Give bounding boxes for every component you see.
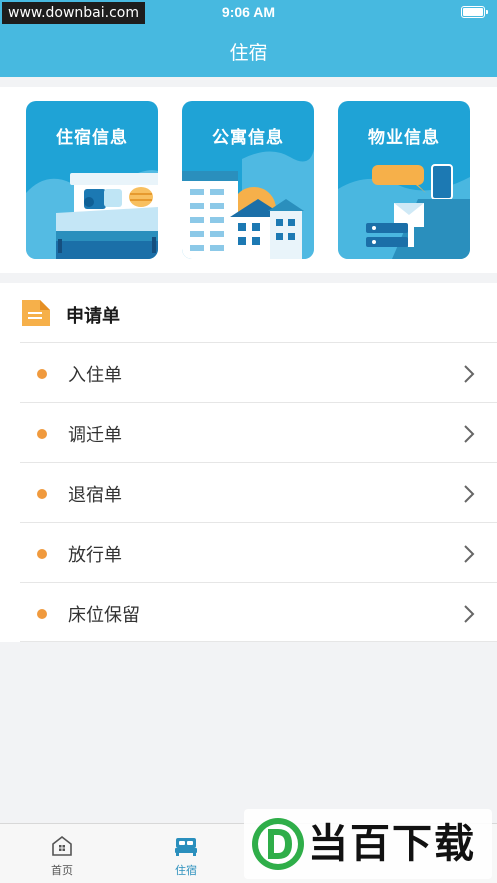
tab-accommodation[interactable]: 住宿 (124, 824, 248, 883)
list-item-label: 退宿单 (68, 485, 122, 506)
info-cards-panel: 住宿信息 公寓信息 物业信息 (0, 87, 497, 273)
app-header: www.downbai.com 9:06 AM 住宿 (0, 0, 497, 77)
chevron-right-icon (464, 605, 475, 623)
bed-icon (175, 838, 197, 856)
bullet-dot-icon (37, 429, 47, 439)
list-item-check-out[interactable]: 退宿单 (20, 462, 497, 522)
list-item-label: 入住单 (68, 365, 122, 386)
list-item-release[interactable]: 放行单 (20, 522, 497, 582)
tab-home[interactable]: 首页 (0, 824, 124, 883)
card-title: 公寓信息 (212, 128, 284, 148)
bullet-dot-icon (37, 609, 47, 619)
tab-label: 首页 (51, 864, 73, 877)
home-icon (52, 835, 72, 856)
list-item-label: 调迁单 (68, 425, 122, 446)
application-list-title: 申请单 (66, 306, 120, 327)
chevron-right-icon (464, 485, 475, 503)
page-title: 住宿 (229, 42, 268, 64)
bullet-dot-icon (37, 489, 47, 499)
list-item-label: 床位保留 (68, 605, 140, 626)
application-list-header: 申请单 (0, 283, 497, 342)
card-property-info[interactable]: 物业信息 (338, 101, 470, 259)
chevron-right-icon (464, 425, 475, 443)
card-title: 物业信息 (368, 128, 440, 148)
battery-icon (461, 6, 488, 18)
chevron-right-icon (464, 365, 475, 383)
list-item-label: 放行单 (68, 545, 122, 566)
brand-watermark: 当百下载 (244, 809, 492, 879)
list-item-check-in[interactable]: 入住单 (20, 342, 497, 402)
card-accommodation-info[interactable]: 住宿信息 (26, 101, 158, 259)
tab-label: 住宿 (175, 864, 197, 877)
card-apartment-info[interactable]: 公寓信息 (182, 101, 314, 259)
bullet-dot-icon (37, 369, 47, 379)
list-item-transfer[interactable]: 调迁单 (20, 402, 497, 462)
status-bar: www.downbai.com 9:06 AM (0, 0, 497, 26)
list-item-bed-reservation[interactable]: 床位保留 (20, 582, 497, 642)
divider (20, 641, 497, 642)
card-title: 住宿信息 (56, 128, 128, 148)
document-icon (22, 300, 50, 326)
bullet-dot-icon (37, 549, 47, 559)
status-time: 9:06 AM (221, 4, 276, 20)
brand-text: 当百下载 (308, 821, 476, 867)
application-list: 申请单 入住单 调迁单 退宿单 放行单 床位保留 (0, 283, 497, 642)
chevron-right-icon (464, 545, 475, 563)
brand-logo-icon (252, 818, 304, 870)
